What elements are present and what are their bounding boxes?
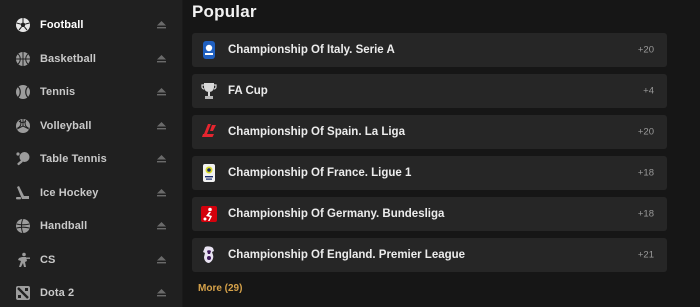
premier-league-logo-icon bbox=[200, 245, 218, 265]
league-name: FA Cup bbox=[228, 85, 268, 97]
sidebar-item-label: Handball bbox=[40, 219, 88, 232]
sidebar-item-label: Ice Hockey bbox=[40, 186, 99, 199]
league-name: Championship Of France. Ligue 1 bbox=[228, 167, 412, 179]
league-row-premier-league[interactable]: Championship Of England. Premier League … bbox=[192, 238, 667, 272]
volleyball-icon bbox=[14, 117, 32, 135]
handball-icon bbox=[14, 217, 32, 235]
cs-icon bbox=[14, 251, 32, 269]
league-name: Championship Of Spain. La Liga bbox=[228, 126, 405, 138]
league-row-bundesliga[interactable]: Championship Of Germany. Bundesliga +18 bbox=[192, 197, 667, 231]
collapse-caret-icon[interactable] bbox=[157, 54, 166, 63]
section-title: Popular bbox=[192, 2, 257, 21]
basketball-icon bbox=[14, 50, 32, 68]
league-row-serie-a[interactable]: Championship Of Italy. Serie A +20 bbox=[192, 33, 667, 67]
sidebar-item-label: CS bbox=[40, 253, 56, 266]
sidebar-item-basketball[interactable]: Basketball bbox=[0, 42, 183, 75]
collapse-caret-icon[interactable] bbox=[157, 87, 166, 96]
sidebar-item-cs[interactable]: CS bbox=[0, 243, 183, 276]
event-count: +4 bbox=[643, 85, 654, 97]
league-row-fa-cup[interactable]: FA Cup +4 bbox=[192, 74, 667, 108]
football-icon bbox=[14, 16, 32, 34]
sidebar-item-table-tennis[interactable]: Table Tennis bbox=[0, 142, 183, 175]
sidebar-item-label: Dota 2 bbox=[40, 286, 75, 299]
collapse-caret-icon[interactable] bbox=[157, 154, 166, 163]
sidebar-item-tennis[interactable]: Tennis bbox=[0, 75, 183, 108]
sidebar-item-handball[interactable]: Handball bbox=[0, 209, 183, 242]
ice-hockey-icon bbox=[14, 184, 32, 202]
league-row-ligue-1[interactable]: Championship Of France. Ligue 1 +18 bbox=[192, 156, 667, 190]
sidebar-item-dota2[interactable]: Dota 2 bbox=[0, 276, 183, 307]
collapse-caret-icon[interactable] bbox=[157, 221, 166, 230]
dota2-icon bbox=[14, 284, 32, 302]
league-row-la-liga[interactable]: Championship Of Spain. La Liga +20 bbox=[192, 115, 667, 149]
league-name: Championship Of Germany. Bundesliga bbox=[228, 208, 445, 220]
sidebar-item-football[interactable]: Football bbox=[0, 8, 183, 41]
tennis-icon bbox=[14, 83, 32, 101]
event-count: +20 bbox=[637, 126, 654, 138]
sidebar-item-label: Tennis bbox=[40, 85, 76, 98]
sidebar-item-label: Basketball bbox=[40, 52, 97, 65]
popular-section: Popular Championship Of Italy. Serie A +… bbox=[183, 0, 700, 307]
collapse-caret-icon[interactable] bbox=[157, 255, 166, 264]
collapse-caret-icon[interactable] bbox=[157, 188, 166, 197]
fa-cup-logo-icon bbox=[200, 81, 218, 101]
table-tennis-icon bbox=[14, 150, 32, 168]
la-liga-logo-icon bbox=[200, 122, 218, 142]
collapse-caret-icon[interactable] bbox=[157, 288, 166, 297]
sidebar-item-label: Football bbox=[40, 18, 84, 31]
league-name: Championship Of Italy. Serie A bbox=[228, 44, 395, 56]
league-name: Championship Of England. Premier League bbox=[228, 249, 466, 261]
sidebar-item-volleyball[interactable]: Volleyball bbox=[0, 109, 183, 142]
event-count: +18 bbox=[637, 208, 654, 220]
sidebar-item-label: Table Tennis bbox=[40, 152, 107, 165]
event-count: +21 bbox=[637, 249, 654, 261]
collapse-caret-icon[interactable] bbox=[157, 121, 166, 130]
event-count: +18 bbox=[637, 167, 654, 179]
bundesliga-logo-icon bbox=[200, 204, 218, 224]
ligue-1-logo-icon bbox=[200, 163, 218, 183]
event-count: +20 bbox=[637, 44, 654, 56]
sports-sidebar: Football Basketball Tennis Volleyball Ta… bbox=[0, 0, 183, 307]
sidebar-item-ice-hockey[interactable]: Ice Hockey bbox=[0, 176, 183, 209]
more-link[interactable]: More (29) bbox=[198, 283, 242, 294]
sidebar-item-label: Volleyball bbox=[40, 119, 92, 132]
serie-a-logo-icon bbox=[200, 40, 218, 60]
collapse-caret-icon[interactable] bbox=[157, 20, 166, 29]
